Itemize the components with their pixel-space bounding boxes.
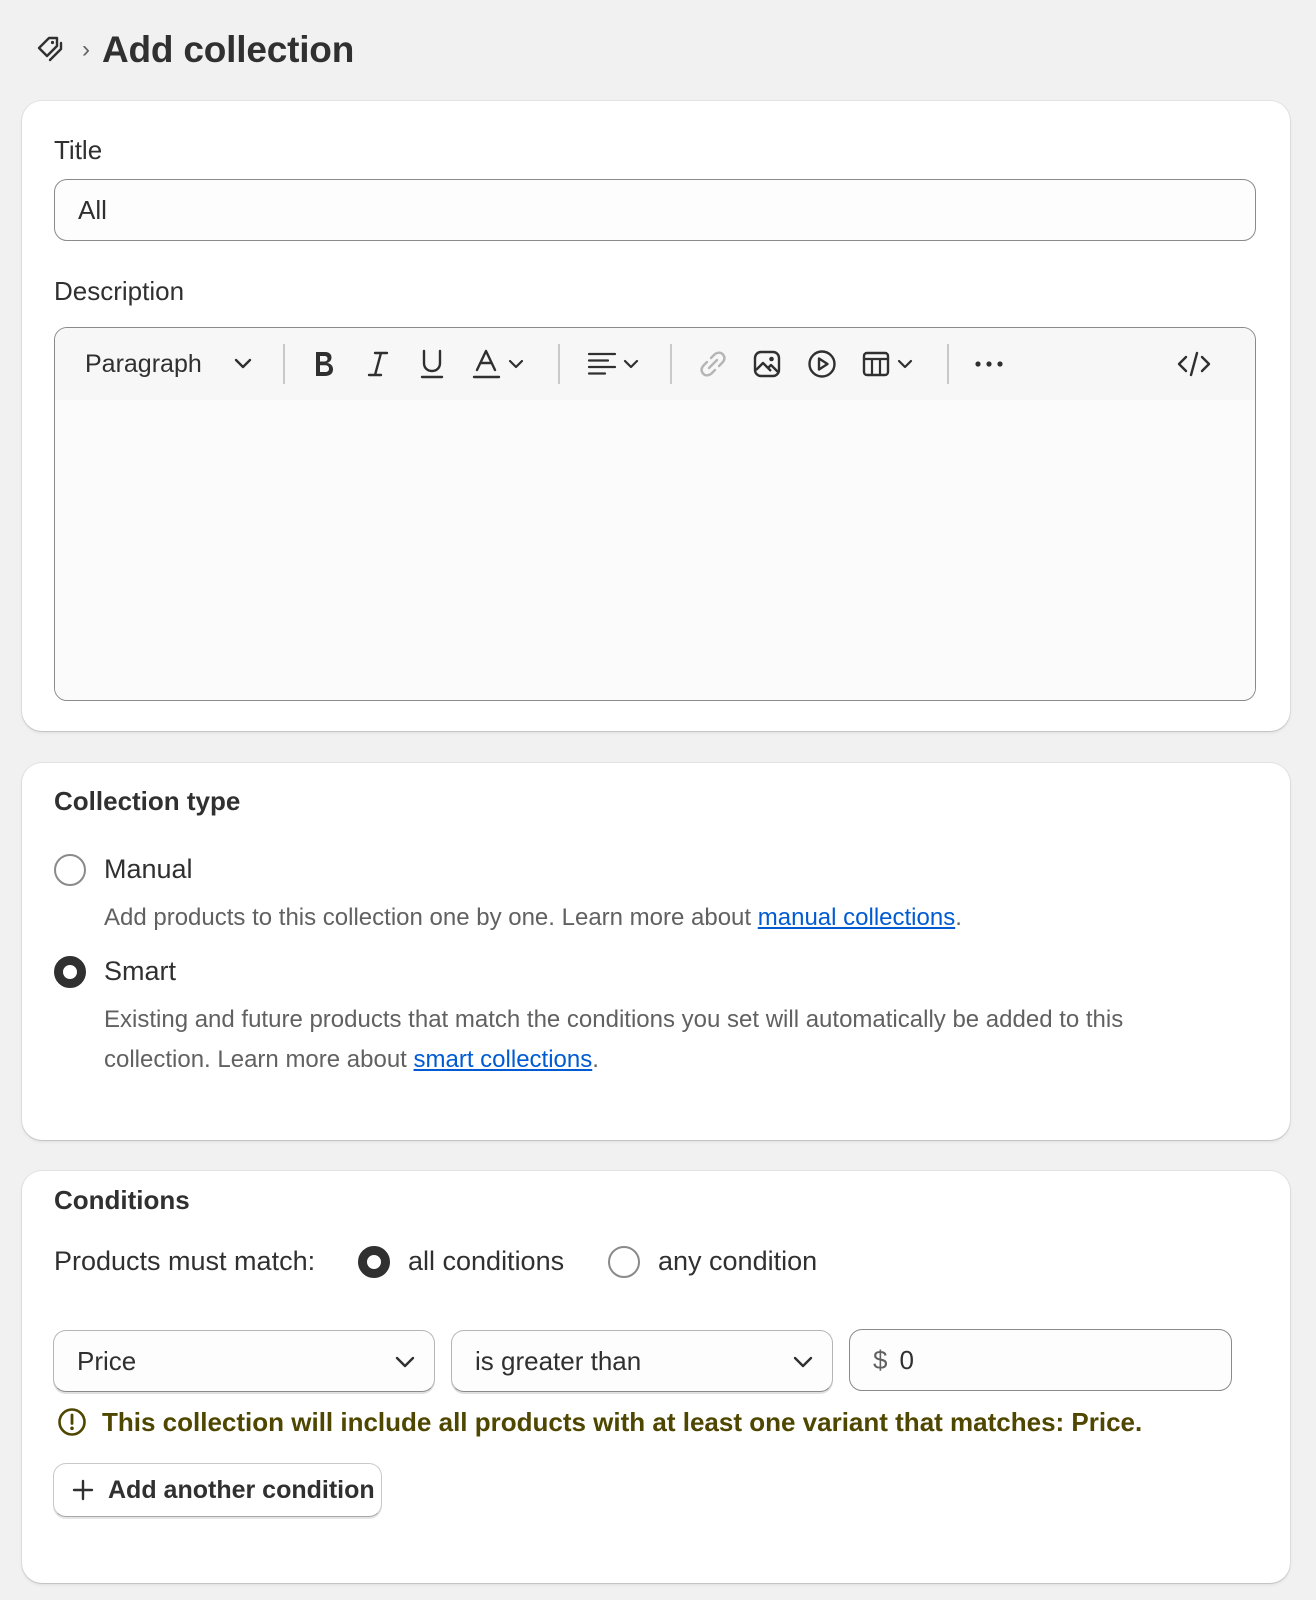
condition-operator-value: is greater than — [475, 1345, 642, 1376]
toolbar-divider — [947, 344, 949, 384]
breadcrumb-separator: › — [82, 36, 90, 63]
paragraph-format-label: Paragraph — [85, 349, 202, 378]
chevron-down-icon — [395, 1356, 415, 1368]
chevron-down-icon — [897, 359, 913, 369]
alert-circle-icon — [58, 1408, 86, 1436]
table-button[interactable] — [857, 328, 917, 400]
all-conditions-radio[interactable] — [358, 1246, 390, 1278]
text-color-icon — [472, 349, 501, 379]
title-label: Title — [54, 135, 103, 165]
image-icon — [753, 350, 781, 378]
manual-help-text: Add products to this collection one by o… — [104, 898, 1224, 938]
page-header: › Add collection — [34, 26, 354, 74]
italic-icon — [367, 351, 389, 377]
toolbar-divider — [558, 344, 560, 384]
text-color-button[interactable] — [467, 328, 529, 400]
link-button[interactable] — [693, 328, 733, 400]
toolbar-divider — [670, 344, 672, 384]
smart-help-suffix: . — [592, 1046, 599, 1073]
manual-help-prefix: Add products to this collection one by o… — [104, 904, 758, 931]
condition-field-select[interactable]: Price — [53, 1330, 435, 1392]
more-icon — [975, 361, 1003, 367]
page-title: Add collection — [102, 29, 355, 70]
more-button[interactable] — [967, 328, 1011, 400]
details-card: Title Description Paragraph — [22, 101, 1290, 731]
align-button[interactable] — [583, 328, 643, 400]
smart-label[interactable]: Smart — [104, 956, 176, 987]
underline-button[interactable] — [413, 328, 451, 400]
warning-text: This collection will include all product… — [102, 1406, 1143, 1437]
manual-collections-link[interactable]: manual collections — [758, 904, 955, 931]
smart-radio[interactable] — [54, 956, 86, 988]
video-icon — [808, 350, 836, 378]
smart-help-text: Existing and future products that match … — [104, 1000, 1224, 1080]
code-icon — [1177, 351, 1211, 377]
currency-prefix: $ — [873, 1344, 888, 1375]
chevron-down-icon — [793, 1356, 813, 1368]
underline-icon — [420, 349, 444, 379]
description-editor-body[interactable] — [55, 400, 1255, 700]
all-conditions-label[interactable]: all conditions — [408, 1246, 564, 1277]
manual-radio[interactable] — [54, 854, 86, 886]
bold-button[interactable] — [305, 328, 343, 400]
plus-icon — [72, 1479, 94, 1501]
align-icon — [587, 352, 617, 375]
chevron-down-icon — [508, 359, 524, 369]
video-button[interactable] — [802, 328, 842, 400]
collection-tag-icon[interactable] — [34, 33, 68, 67]
collection-type-heading: Collection type — [54, 786, 241, 816]
paragraph-format-select[interactable]: Paragraph — [85, 328, 261, 400]
bold-icon — [316, 352, 333, 376]
match-label: Products must match: — [54, 1246, 316, 1276]
link-icon — [700, 351, 726, 377]
condition-amount-value: 0 — [899, 1344, 914, 1375]
chevron-down-icon — [234, 358, 251, 369]
any-condition-radio[interactable] — [608, 1246, 640, 1278]
condition-operator-select[interactable]: is greater than — [451, 1330, 833, 1392]
editor-toolbar: Paragraph — [55, 328, 1255, 400]
smart-collections-link[interactable]: smart collections — [414, 1046, 593, 1073]
image-button[interactable] — [747, 328, 787, 400]
condition-warning: This collection will include all product… — [56, 1406, 1142, 1438]
italic-button[interactable] — [359, 328, 397, 400]
condition-amount-input[interactable]: $ 0 — [849, 1329, 1232, 1391]
title-input[interactable] — [54, 179, 1256, 241]
add-another-condition-label: Add another condition — [108, 1475, 375, 1504]
any-condition-label[interactable]: any condition — [658, 1246, 817, 1277]
code-view-button[interactable] — [1173, 328, 1215, 400]
collection-type-card: Collection type Manual Add products to t… — [22, 763, 1290, 1140]
smart-help-prefix: Existing and future products that match … — [104, 1006, 1124, 1073]
manual-label[interactable]: Manual — [104, 854, 193, 885]
manual-help-suffix: . — [955, 904, 962, 931]
add-another-condition-button[interactable]: Add another condition — [53, 1463, 382, 1517]
table-icon — [862, 351, 890, 377]
conditions-heading: Conditions — [54, 1185, 190, 1215]
chevron-down-icon — [623, 359, 639, 369]
description-label: Description — [54, 276, 185, 306]
toolbar-divider — [283, 344, 285, 384]
description-editor: Paragraph — [54, 327, 1256, 701]
condition-field-value: Price — [77, 1345, 137, 1376]
